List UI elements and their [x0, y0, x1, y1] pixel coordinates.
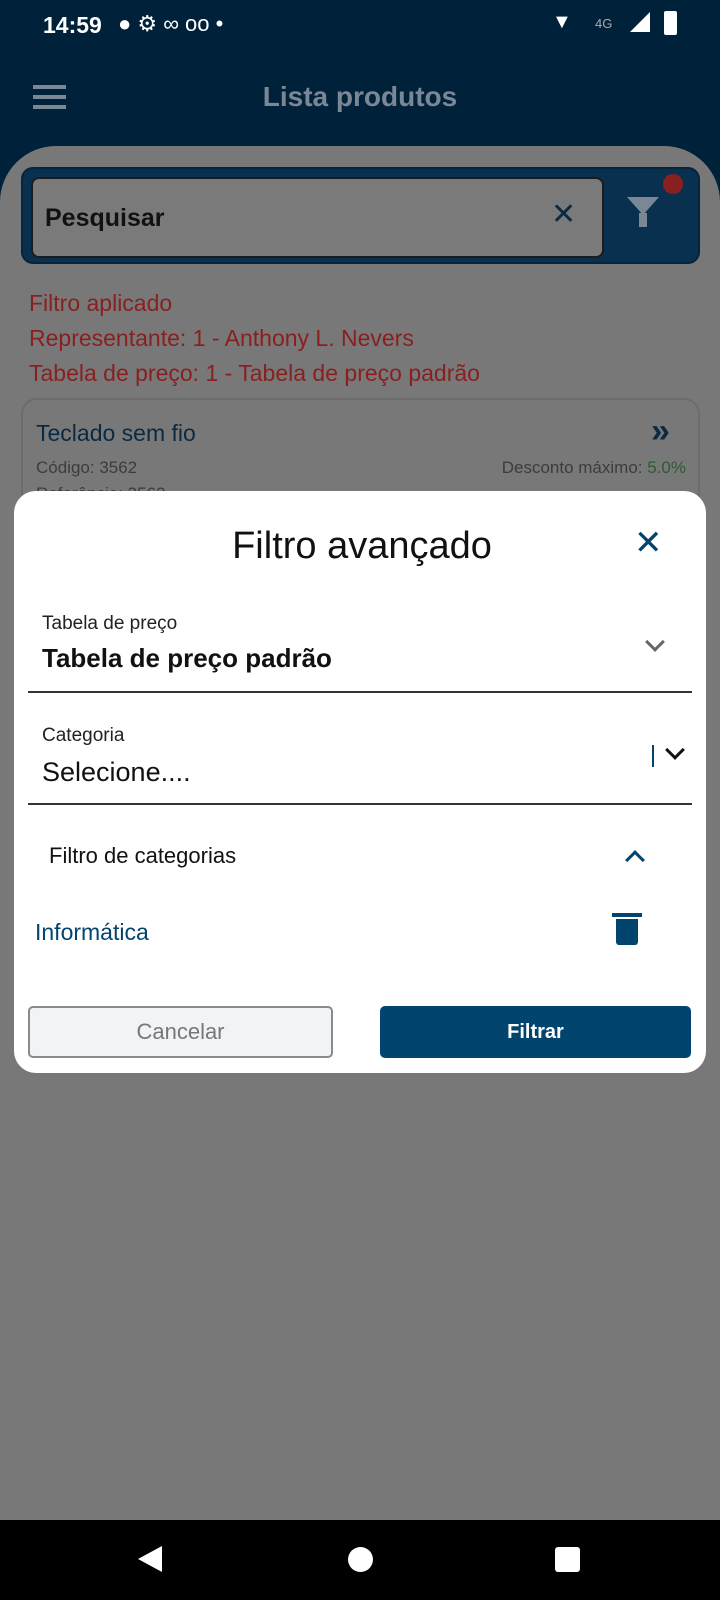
back-icon[interactable] [138, 1546, 162, 1572]
category-select[interactable]: Categoria Selecione.... [28, 713, 692, 805]
trash-icon-lid [612, 913, 642, 917]
product-code: Código: 3562 [36, 458, 138, 477]
wifi-icon: ▼ [552, 11, 572, 33]
cancel-button[interactable]: Cancelar [28, 1006, 333, 1058]
filter-icon-stem [639, 213, 647, 227]
category-name: Informática [35, 919, 149, 945]
notification-icons: ● ⚙ ∞ ᴏᴏ • [118, 11, 224, 36]
discount-label: Desconto máximo: [501, 458, 643, 477]
trash-icon[interactable] [616, 919, 638, 945]
clear-icon[interactable]: ✕ [551, 197, 576, 232]
price-table-label: Tabela de preço [42, 613, 178, 634]
home-icon[interactable] [348, 1547, 373, 1572]
filter-button[interactable]: Filtrar [380, 1006, 691, 1058]
chevron-up-icon [625, 850, 645, 870]
chevron-down-icon [665, 740, 685, 760]
navigation-bar [0, 1520, 720, 1600]
price-table-value: Tabela de preço padrão [42, 643, 332, 673]
product-discount: Desconto máximo: 5.0% [502, 458, 686, 478]
filter-representative: Representante: 1 - Anthony L. Nevers [29, 325, 414, 351]
discount-value: 5.0% [647, 458, 686, 477]
filter-price-table: Tabela de preço: 1 - Tabela de preço pad… [29, 360, 480, 386]
network-type: 4G [595, 16, 613, 31]
product-name: Teclado sem fio [36, 420, 196, 446]
category-label: Categoria [42, 725, 125, 746]
search-bar: Pesquisar ✕ [21, 167, 700, 264]
dialog-title: Filtro avançado [232, 525, 492, 567]
double-chevron-right-icon[interactable]: » [651, 412, 670, 451]
category-value: Selecione.... [42, 757, 191, 787]
price-table-select[interactable]: Tabela de preço Tabela de preço padrão [28, 601, 692, 693]
chevron-down-icon [645, 632, 665, 652]
category-filter-title: Filtro de categorias [49, 843, 237, 868]
filter-badge [663, 174, 683, 194]
advanced-filter-dialog: Filtro avançado ✕ Tabela de preço Tabela… [14, 491, 706, 1073]
text-cursor [652, 745, 654, 767]
filter-applied-title: Filtro aplicado [29, 290, 173, 316]
status-time: 14:59 [43, 12, 102, 38]
category-filter-header[interactable]: Filtro de categorias [34, 831, 674, 881]
page-title: Lista produtos [262, 81, 458, 112]
search-input[interactable]: Pesquisar ✕ [31, 177, 604, 258]
close-icon[interactable]: ✕ [634, 523, 663, 563]
recents-icon[interactable] [555, 1547, 580, 1572]
status-bar: 14:59 ● ⚙ ∞ ᴏᴏ • ▼ 4G [0, 0, 720, 52]
battery-icon [664, 11, 677, 35]
signal-icon [630, 12, 650, 32]
search-placeholder: Pesquisar [45, 204, 165, 232]
category-item: Informática [34, 911, 674, 961]
